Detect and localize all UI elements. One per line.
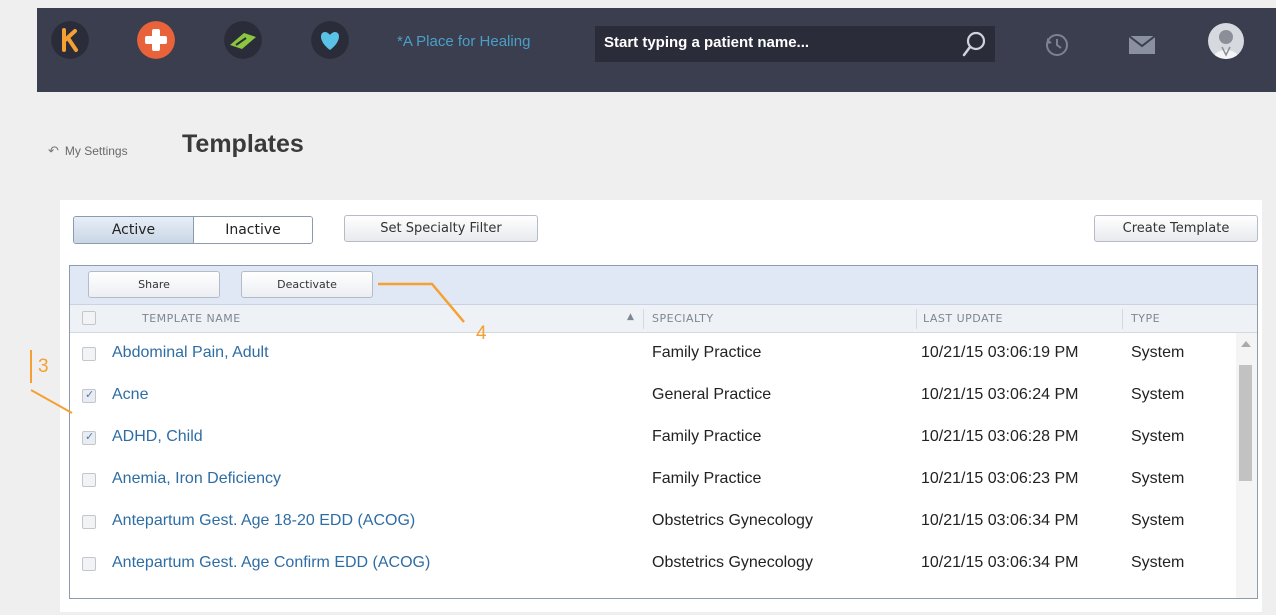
annotation-callout-4: 4 [476, 323, 487, 344]
annotation-callout-3: 3 [38, 356, 49, 377]
annotation-lines [30, 282, 465, 414]
